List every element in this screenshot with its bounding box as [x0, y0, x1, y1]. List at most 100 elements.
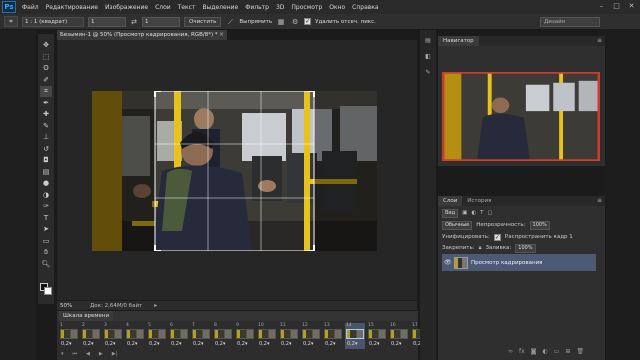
- ratio-select[interactable]: 1 : 1 (квадрат): [22, 16, 84, 27]
- layer-name[interactable]: Просмотр кадрирования: [471, 260, 542, 266]
- adjustment-icon[interactable]: ◐: [543, 348, 548, 355]
- timeline-frame[interactable]: 13 0,2▾: [323, 323, 343, 349]
- eyedropper-tool-icon[interactable]: ✒: [40, 98, 52, 109]
- menu-item[interactable]: 3D: [276, 4, 284, 11]
- frame-delay-select[interactable]: 0,2▾: [149, 341, 159, 347]
- menu-item[interactable]: Выделение: [202, 4, 238, 11]
- width-input[interactable]: 1: [88, 16, 126, 27]
- pen-tool-icon[interactable]: ✑: [40, 201, 52, 212]
- filter-shape-icon[interactable]: ◻: [488, 210, 493, 216]
- menu-item[interactable]: Окно: [329, 4, 345, 11]
- menu-item[interactable]: Текст: [178, 4, 196, 11]
- timeline-frame[interactable]: 9 0,2▾: [235, 323, 255, 349]
- frame-delay-select[interactable]: 0,2▾: [391, 341, 401, 347]
- timeline-frame[interactable]: 16 0,2▾: [389, 323, 409, 349]
- frame-delay-select[interactable]: 0,2▾: [237, 341, 247, 347]
- maximize-button[interactable]: □: [612, 2, 621, 11]
- menu-item[interactable]: Слои: [155, 4, 171, 11]
- menu-item[interactable]: Файл: [22, 4, 39, 11]
- path-select-tool-icon[interactable]: ➤: [40, 224, 52, 235]
- loop-select[interactable]: ▾: [61, 351, 64, 357]
- timeline-frame[interactable]: 11 0,2▾: [279, 323, 299, 349]
- filter-adjust-icon[interactable]: ◐: [471, 210, 476, 216]
- timeline-frame[interactable]: 7 0,2▾: [191, 323, 211, 349]
- type-tool-icon[interactable]: T: [40, 213, 52, 224]
- eye-icon[interactable]: 👁︎: [444, 259, 452, 266]
- filter-kind-select[interactable]: Вид: [442, 208, 459, 218]
- frame-delay-select[interactable]: 0,2▾: [325, 341, 335, 347]
- filter-pixel-icon[interactable]: ▣: [462, 210, 467, 216]
- delete-pixels-checkbox[interactable]: ✓: [304, 18, 312, 25]
- quick-select-tool-icon[interactable]: ✐: [40, 75, 52, 86]
- timeline-frame[interactable]: 6 0,2▾: [169, 323, 189, 349]
- trash-icon[interactable]: 🗑︎: [576, 348, 584, 355]
- straighten-icon[interactable]: ⟋: [225, 17, 235, 27]
- menu-item[interactable]: Изображение: [105, 4, 148, 11]
- menu-item[interactable]: Просмотр: [291, 4, 322, 11]
- mask-icon[interactable]: ◙: [531, 348, 537, 355]
- fx-icon[interactable]: fx: [519, 348, 525, 355]
- hand-tool-icon[interactable]: ✋︎: [40, 247, 52, 258]
- zoom-level[interactable]: 50%: [60, 303, 82, 309]
- swap-icon[interactable]: ⇄: [130, 17, 138, 27]
- gradient-tool-icon[interactable]: ▤: [40, 167, 52, 178]
- timeline-frame[interactable]: 8 0,2▾: [213, 323, 233, 349]
- frame-delay-select[interactable]: 0,2▾: [127, 341, 137, 347]
- crop-preset-icon[interactable]: ⌗: [4, 16, 18, 27]
- frame-delay-select[interactable]: 0,2▾: [105, 341, 115, 347]
- tab-layers[interactable]: Слои: [438, 196, 463, 206]
- shape-tool-icon[interactable]: ▭: [40, 236, 52, 247]
- clone-stamp-tool-icon[interactable]: ⊥: [40, 132, 52, 143]
- frame-delay-select[interactable]: 0,2▾: [171, 341, 181, 347]
- height-input[interactable]: 1: [142, 16, 180, 27]
- filter-type-icon[interactable]: T: [480, 210, 483, 216]
- canvas-area[interactable]: [57, 40, 417, 300]
- folder-icon[interactable]: ▭: [554, 348, 560, 355]
- opacity-input[interactable]: 100%: [529, 220, 550, 230]
- timeline-frame[interactable]: 5 0,2▾: [147, 323, 167, 349]
- timeline-frame[interactable]: 12 0,2▾: [301, 323, 321, 349]
- straighten-button[interactable]: Выпрямить: [239, 19, 272, 25]
- frame-delay-select[interactable]: 0,2▾: [369, 341, 379, 347]
- timeline-frame[interactable]: 14 0,2▾: [345, 323, 365, 349]
- dodge-tool-icon[interactable]: ◑: [40, 190, 52, 201]
- menu-item[interactable]: Фильтр: [245, 4, 269, 11]
- layers-menu-icon[interactable]: ≡: [597, 197, 602, 204]
- frame-delay-select[interactable]: 0,2▾: [61, 341, 71, 347]
- blend-mode-select[interactable]: Обычные: [442, 220, 473, 230]
- eraser-tool-icon[interactable]: ◘: [40, 155, 52, 166]
- lasso-tool-icon[interactable]: ʘ: [40, 63, 52, 74]
- close-document-icon[interactable]: ×: [219, 30, 227, 40]
- minimize-button[interactable]: –: [597, 2, 606, 11]
- frame-delay-select[interactable]: 0,2▾: [347, 341, 357, 347]
- menu-item[interactable]: Редактирование: [46, 4, 98, 11]
- lock-icon[interactable]: 🔒︎: [479, 245, 482, 252]
- next-frame-icon[interactable]: ▶|: [112, 351, 118, 357]
- workspace-select[interactable]: Дизайн: [540, 17, 600, 27]
- clear-button[interactable]: Очистить: [184, 16, 222, 27]
- propagate-checkbox[interactable]: ✓: [493, 233, 501, 241]
- timeline-frame[interactable]: 10 0,2▾: [257, 323, 277, 349]
- timeline-frame[interactable]: 2 0,2▾: [81, 323, 101, 349]
- timeline-frame[interactable]: 15 0,2▾: [367, 323, 387, 349]
- frame-delay-select[interactable]: 0,2▾: [281, 341, 291, 347]
- menu-item[interactable]: Справка: [352, 4, 378, 11]
- crop-tool-icon[interactable]: ⌗: [40, 86, 52, 97]
- panel-menu-icon[interactable]: ≡: [597, 37, 602, 44]
- brush-panel-icon[interactable]: ✎: [423, 68, 433, 77]
- frame-delay-select[interactable]: 0,2▾: [83, 341, 93, 347]
- previous-frame-icon[interactable]: ◀: [86, 351, 90, 357]
- history-brush-tool-icon[interactable]: ↺: [40, 144, 52, 155]
- layer-row[interactable]: 👁︎ Просмотр кадрирования: [442, 254, 596, 271]
- status-menu-arrow-icon[interactable]: ▸: [154, 302, 157, 309]
- close-button[interactable]: ✕: [627, 2, 636, 11]
- tab-history[interactable]: История: [462, 196, 496, 206]
- photo-canvas[interactable]: [92, 91, 377, 251]
- document-tab[interactable]: Безымян-1 @ 50% (Просмотр кадрирования, …: [57, 30, 227, 40]
- marquee-tool-icon[interactable]: ⬚: [40, 52, 52, 63]
- blur-tool-icon[interactable]: ●: [40, 178, 52, 189]
- play-icon[interactable]: ▶: [99, 351, 103, 357]
- timeline-tab[interactable]: Шкала времени: [59, 311, 114, 321]
- move-tool-icon[interactable]: ✥: [40, 40, 52, 51]
- tab-navigator[interactable]: Навигатор: [438, 36, 479, 46]
